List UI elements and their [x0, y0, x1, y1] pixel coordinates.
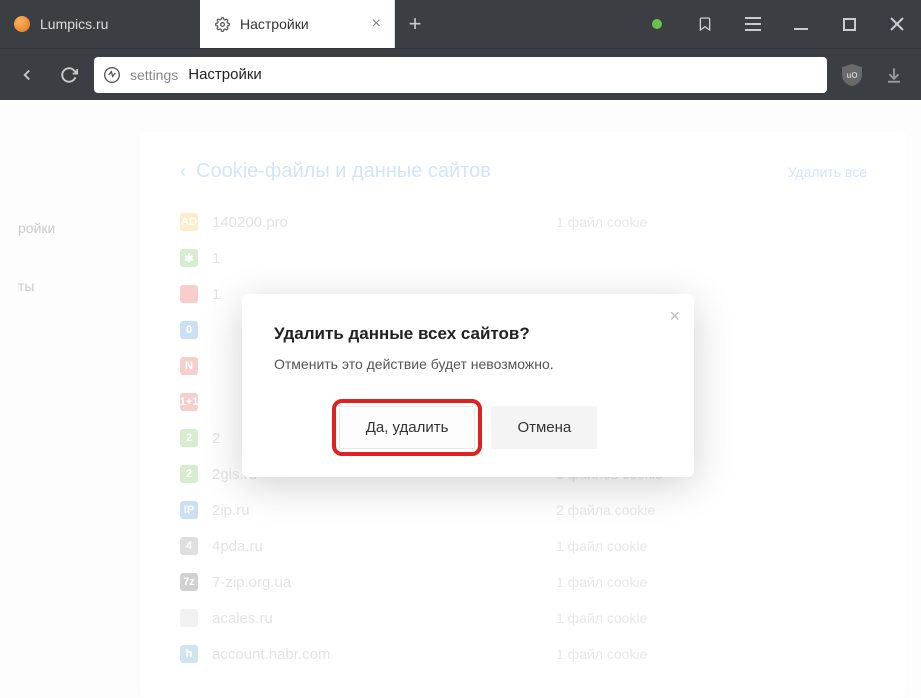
site-favicon-icon: IP [180, 501, 198, 519]
site-favicon-icon: 2 [180, 465, 198, 483]
extension-indicator[interactable] [633, 0, 681, 48]
site-favicon-icon: 1+1 [180, 393, 198, 411]
site-favicon-icon: 2 [180, 429, 198, 447]
button-label: Отмена [517, 419, 571, 436]
site-favicon-icon: ✱ [180, 249, 198, 267]
site-name: account.habr.com [212, 646, 542, 663]
delete-all-link[interactable]: Удалить все [788, 164, 867, 180]
site-cookie-count: 1 файл cookie [556, 646, 647, 662]
favicon-icon [14, 16, 30, 32]
address-bar[interactable]: settings Настройки [94, 57, 827, 93]
downloads-icon[interactable] [877, 58, 911, 92]
site-favicon-icon: h [180, 645, 198, 663]
site-row[interactable]: acales.ru 1 файл cookie [180, 609, 867, 627]
site-row[interactable]: h account.habr.com 1 файл cookie [180, 645, 867, 663]
site-favicon-icon [180, 609, 198, 627]
close-dialog-icon[interactable]: × [669, 306, 680, 327]
site-cookie-count: 1 файл cookie [556, 574, 647, 590]
window-controls [633, 0, 921, 48]
site-name: 1 [212, 250, 542, 267]
sidebar-item[interactable]: ройки [0, 212, 130, 244]
back-chevron-icon[interactable]: ‹ [180, 161, 186, 182]
sidebar-item[interactable]: ты [0, 270, 130, 302]
address-protocol: settings [130, 67, 178, 83]
address-path: Настройки [188, 66, 262, 83]
site-name: acales.ru [212, 610, 542, 627]
maximize-button[interactable] [825, 0, 873, 48]
dialog-title: Удалить данные всех сайтов? [274, 324, 662, 344]
site-name: 140200.pro [212, 214, 542, 231]
site-favicon-icon: 4 [180, 537, 198, 555]
reload-button[interactable] [52, 58, 86, 92]
title-bar: Lumpics.ru Настройки × + [0, 0, 921, 48]
site-row[interactable]: 7z 7-zip.org.ua 1 файл cookie [180, 573, 867, 591]
page-title: Cookie-файлы и данные сайтов [196, 160, 491, 183]
new-tab-button[interactable]: + [395, 0, 435, 48]
site-identity-icon [104, 67, 120, 83]
site-favicon-icon: AD [180, 213, 198, 231]
tab-settings[interactable]: Настройки × [200, 0, 395, 48]
back-button[interactable] [10, 58, 44, 92]
minimize-button[interactable] [777, 0, 825, 48]
toolbar: settings Настройки uO [0, 48, 921, 100]
site-cookie-count: 1 файл cookie [556, 214, 647, 230]
dialog-text: Отменить это действие будет невозможно. [274, 356, 662, 372]
site-favicon-icon: 0 [180, 321, 198, 339]
close-window-button[interactable] [873, 0, 921, 48]
confirm-delete-dialog: × Удалить данные всех сайтов? Отменить э… [242, 294, 694, 477]
site-name: 2ip.ru [212, 502, 542, 519]
button-label: Да, удалить [366, 419, 449, 436]
site-favicon-icon: 7z [180, 573, 198, 591]
site-row[interactable]: AD 140200.pro 1 файл cookie [180, 213, 867, 231]
adblock-icon[interactable]: uO [835, 58, 869, 92]
site-cookie-count: 1 файл cookie [556, 538, 647, 554]
bookmark-icon[interactable] [681, 0, 729, 48]
tab-label: Настройки [240, 16, 309, 32]
site-cookie-count: 2 файла cookie [556, 502, 655, 518]
close-tab-icon[interactable]: × [372, 16, 381, 32]
svg-text:uO: uO [846, 71, 857, 80]
menu-icon[interactable] [729, 0, 777, 48]
gear-icon [214, 16, 230, 32]
tab-lumpics[interactable]: Lumpics.ru [0, 0, 200, 48]
settings-sidebar: ройки ты [0, 132, 130, 698]
confirm-delete-button[interactable]: Да, удалить [339, 406, 476, 449]
site-name: 4pda.ru [212, 538, 542, 555]
tab-label: Lumpics.ru [40, 16, 108, 32]
site-name: 7-zip.org.ua [212, 574, 542, 591]
site-row[interactable]: 4 4pda.ru 1 файл cookie [180, 537, 867, 555]
site-row[interactable]: IP 2ip.ru 2 файла cookie [180, 501, 867, 519]
site-row[interactable]: ✱1 [180, 249, 867, 267]
cancel-button[interactable]: Отмена [491, 406, 597, 449]
site-cookie-count: 1 файл cookie [556, 610, 647, 626]
site-favicon-icon [180, 285, 198, 303]
site-favicon-icon: N [180, 357, 198, 375]
